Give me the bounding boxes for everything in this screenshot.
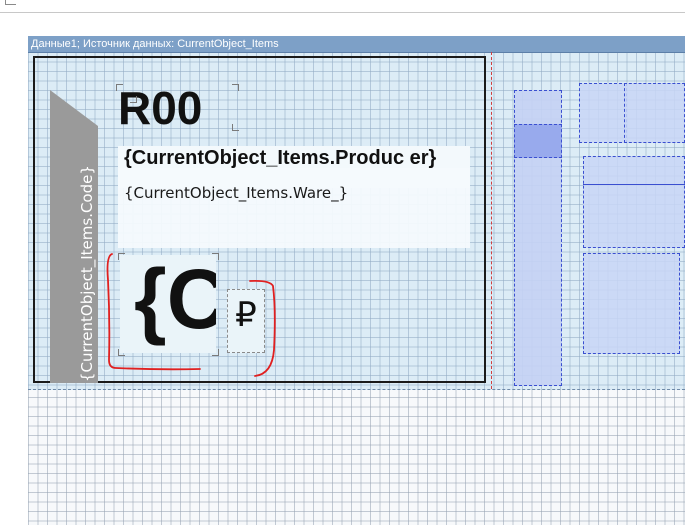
right-field-a[interactable] [579, 83, 627, 143]
code-field-text: {CurrentObject_Items.Code} [78, 165, 96, 382]
code-field[interactable]: {CurrentObject_Items.Code} [50, 90, 98, 383]
price-field[interactable]: R00 [118, 83, 238, 133]
data-band-header[interactable]: Данные1; Источник данных: CurrentObject_… [28, 36, 685, 53]
selection-handle[interactable] [130, 96, 137, 103]
selection-handle[interactable] [232, 84, 239, 91]
right-field-d[interactable] [583, 253, 680, 354]
right-field-divider [583, 184, 685, 185]
window-top-edge [0, 0, 685, 13]
right-field-b[interactable] [624, 83, 685, 143]
page-margin-line [491, 52, 492, 389]
right-column-selected[interactable] [514, 124, 562, 158]
ware-field[interactable]: {CurrentObject_Items.Ware_} [118, 168, 470, 248]
selection-handle[interactable] [232, 124, 239, 131]
red-annotation-marks [106, 253, 276, 377]
producer-field-text: {CurrentObject_Items.Produc er} [124, 147, 437, 169]
selection-handle[interactable] [116, 84, 123, 91]
corner-mark [5, 0, 16, 5]
empty-page-area[interactable] [28, 390, 685, 525]
ware-field-text: {CurrentObject_Items.Ware_} [124, 184, 349, 202]
right-field-c[interactable] [583, 156, 685, 248]
